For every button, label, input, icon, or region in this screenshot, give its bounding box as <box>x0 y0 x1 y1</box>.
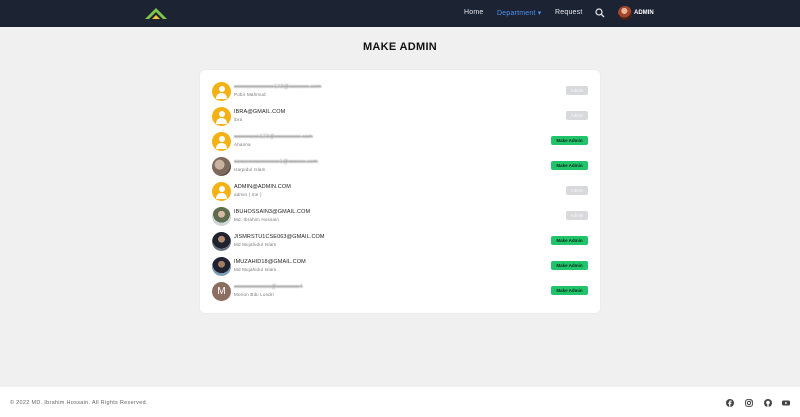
user-row: xxxxxxxxx123@xxxxxxxxx.com Ahanna Make A… <box>212 132 592 154</box>
chevron-down-icon: ▾ <box>537 10 542 17</box>
make-admin-button[interactable]: Make Admin <box>551 236 588 245</box>
user-row: xxxxxxxxxxxxxxxx1@xxxxxx.com Harpidul Is… <box>212 157 592 179</box>
user-email: ibra@gmail.com <box>234 109 286 115</box>
github-icon[interactable] <box>764 399 772 407</box>
avatar <box>212 207 231 226</box>
make-admin-button[interactable]: Make Admin <box>551 161 588 170</box>
youtube-icon[interactable] <box>782 399 790 407</box>
user-row: jismrstu1cse063@gmail.com Md Mujahidul I… <box>212 232 592 254</box>
admin-status-button[interactable]: Admin <box>566 211 588 220</box>
avatar <box>212 107 231 126</box>
nav-link-home[interactable]: Home <box>464 9 483 16</box>
make-admin-button[interactable]: Make Admin <box>551 286 588 295</box>
avatar <box>212 157 231 176</box>
user-name-label: admin ( me ) <box>234 192 262 197</box>
user-row: xxxxxxxxxxxxxx123@xxxxxxx.com Pobir Mahm… <box>212 82 592 104</box>
make-admin-button[interactable]: Make Admin <box>551 261 588 270</box>
user-row: M xxxxxxxxxxxxx@xxxxxxxx4 Morion Bibi Lo… <box>212 282 592 304</box>
nav-link-request[interactable]: Request <box>555 9 582 16</box>
navbar: Home Department ▾ Request ADMIN <box>0 0 800 27</box>
footer: © 2022 MD. Ibrahim Hossain. All Rights R… <box>0 387 800 417</box>
user-avatar[interactable] <box>618 6 632 20</box>
user-name-label: Ahanna <box>234 142 251 147</box>
nav-link-department[interactable]: Department ▾ <box>497 9 541 17</box>
instagram-icon[interactable] <box>745 399 753 407</box>
search-icon[interactable] <box>595 8 605 18</box>
user-name-label: Morion Bibi Londri <box>234 292 274 297</box>
user-row: ibuhossain3@gmail.com Md. Ibrahim Hossai… <box>212 207 592 229</box>
user-email: jismrstu1cse063@gmail.com <box>234 234 325 240</box>
user-name-label: Harpidul Islam <box>234 167 266 172</box>
user-name-label: Md Mujahidul Islam <box>234 242 277 247</box>
admin-status-button[interactable]: Admin <box>566 186 588 195</box>
nav-link-department-label: Department <box>497 10 536 17</box>
page-title: MAKE ADMIN <box>362 41 438 53</box>
user-email: xxxxxxxxxxxxx@xxxxxxxx4 <box>234 284 303 290</box>
avatar <box>212 182 231 201</box>
user-name[interactable]: ADMIN <box>634 10 654 16</box>
copyright-text: © 2022 MD. Ibrahim Hossain. All Rights R… <box>10 400 148 406</box>
avatar <box>212 132 231 151</box>
admin-status-button[interactable]: Admin <box>566 86 588 95</box>
user-email: imuzahid18@gmail.com <box>234 259 306 265</box>
avatar: M <box>212 282 231 301</box>
avatar <box>212 82 231 101</box>
user-name-label: ibra <box>234 117 243 122</box>
user-name-label: Md. Ibrahim Hossain <box>234 217 280 222</box>
user-list-card: xxxxxxxxxxxxxx123@xxxxxxx.com Pobir Mahm… <box>200 70 600 313</box>
user-row: imuzahid18@gmail.com Md Mujahidul Islam … <box>212 257 592 279</box>
make-admin-button[interactable]: Make Admin <box>551 136 588 145</box>
admin-status-button[interactable]: Admin <box>566 111 588 120</box>
user-email: xxxxxxxxxxxxxxxx1@xxxxxx.com <box>234 159 318 165</box>
logo-icon[interactable] <box>144 7 168 20</box>
user-email: ibuhossain3@gmail.com <box>234 209 311 215</box>
user-name-label: Md Mujahidul Islam <box>234 267 277 272</box>
user-row: admin@admin.com admin ( me ) Admin <box>212 182 592 204</box>
avatar <box>212 232 231 251</box>
user-row: ibra@gmail.com ibra Admin <box>212 107 592 129</box>
user-name-label: Pobir Mahmud <box>234 92 266 97</box>
user-email: xxxxxxxxx123@xxxxxxxxx.com <box>234 134 313 140</box>
user-email: admin@admin.com <box>234 184 291 190</box>
user-email: xxxxxxxxxxxxxx123@xxxxxxx.com <box>234 84 322 90</box>
avatar <box>212 257 231 276</box>
facebook-icon[interactable] <box>726 399 734 407</box>
